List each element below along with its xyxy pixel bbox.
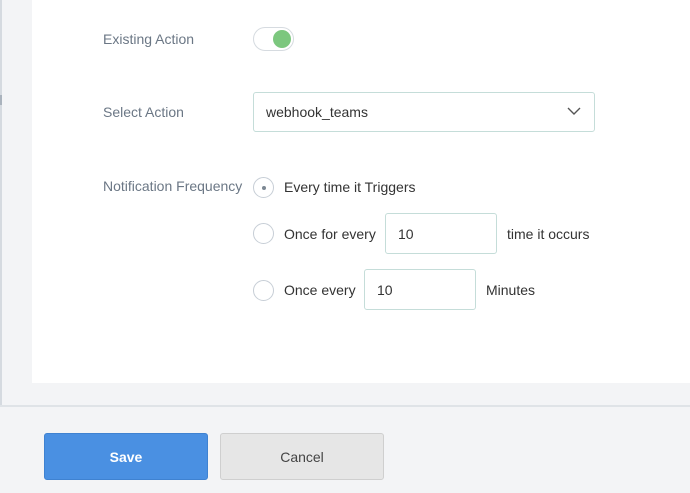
select-action-value: webhook_teams — [266, 104, 368, 120]
cancel-button[interactable]: Cancel — [220, 433, 384, 480]
save-button[interactable]: Save — [44, 433, 208, 480]
option-once-for-every-suffix: time it occurs — [507, 226, 590, 242]
option-once-every-text: Once every — [284, 282, 356, 298]
radio-once-for-every[interactable] — [253, 223, 274, 244]
once-every-minutes-input[interactable] — [364, 269, 476, 310]
chevron-down-icon — [567, 107, 581, 115]
left-panel-border — [0, 0, 2, 405]
left-panel-marker — [0, 95, 2, 105]
toggle-knob — [273, 30, 291, 48]
select-action-label: Select Action — [103, 104, 184, 120]
existing-action-label: Existing Action — [103, 31, 195, 47]
existing-action-toggle[interactable] — [253, 27, 294, 51]
option-every-trigger-text: Every time it Triggers — [284, 179, 416, 195]
option-once-every-suffix: Minutes — [486, 282, 536, 298]
footer-divider — [0, 405, 690, 407]
once-for-every-count-input[interactable] — [385, 213, 497, 254]
select-action-dropdown[interactable]: webhook_teams — [253, 92, 595, 132]
option-once-for-every-text: Once for every — [284, 226, 376, 242]
notification-frequency-label: Notification Frequency — [103, 178, 243, 194]
radio-every-trigger[interactable] — [253, 177, 274, 198]
radio-once-every[interactable] — [253, 280, 274, 301]
